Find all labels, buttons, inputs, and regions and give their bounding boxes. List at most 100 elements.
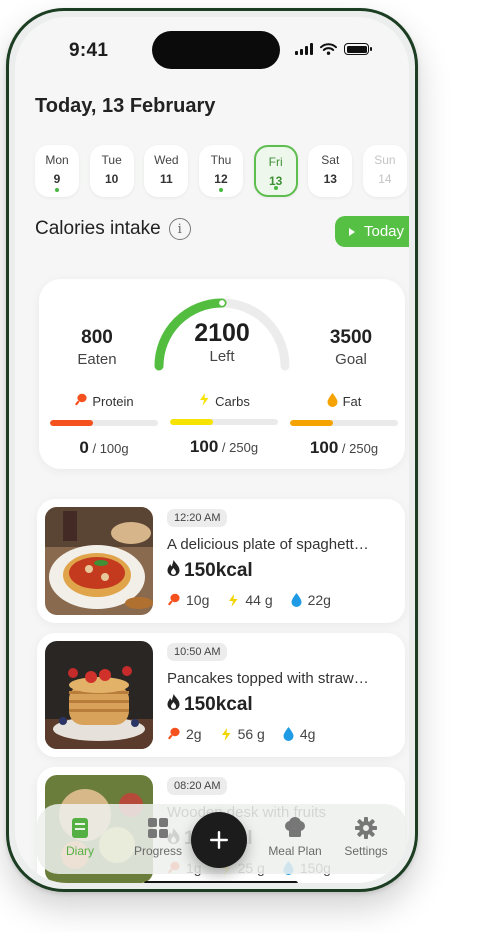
- phone-frame: 9:41 Today, 13 February Mon 9 Tue 10 Wed…: [6, 8, 418, 892]
- day-name: Fri: [268, 155, 283, 169]
- meal-photo: [45, 641, 153, 749]
- spark-icon: [198, 393, 210, 409]
- day-name: Tue: [101, 153, 122, 167]
- meal-carbs: 44 g: [227, 592, 273, 608]
- macro-target: / 100g: [92, 441, 129, 456]
- gauge-knob: [217, 298, 227, 308]
- calories-heading-label: Calories intake: [35, 218, 161, 239]
- drumstick-icon: [167, 593, 180, 607]
- macro-header: Fat: [290, 393, 398, 410]
- calories-heading: Calories intake i: [35, 218, 191, 240]
- day-entry-dot: [273, 186, 278, 190]
- day-entry-dot: [218, 188, 223, 192]
- plus-icon: [210, 831, 228, 849]
- meal-card[interactable]: 10:50 AM Pancakes topped with straw… 150kc…: [37, 633, 405, 757]
- meal-fat: 22g: [291, 592, 331, 608]
- nav-settings-label: Settings: [344, 844, 388, 858]
- macro-progress-fill: [170, 419, 214, 425]
- macro-name: Fat: [342, 394, 362, 409]
- nav-settings[interactable]: Settings: [331, 816, 401, 858]
- day-number: 12: [214, 172, 228, 186]
- eaten-stat: 800 Eaten: [53, 327, 141, 368]
- day-number: 10: [104, 172, 119, 186]
- week-strip: Mon 9 Tue 10 Wed 11 Thu 12 Fri 13 Sat 13 Sun 14: [35, 145, 407, 197]
- macro-name: Carbs: [215, 393, 250, 409]
- dynamic-island: [152, 31, 280, 69]
- day-name: Mon: [45, 153, 69, 167]
- play-icon: [349, 227, 355, 236]
- meal-time-badge: 10:50 AM: [167, 643, 228, 661]
- nav-meal-plan[interactable]: Meal Plan: [260, 816, 330, 858]
- spark-icon: [220, 727, 232, 741]
- meal-protein-value: 2g: [186, 726, 202, 742]
- progress-icon: [123, 816, 193, 840]
- today-button[interactable]: Today: [335, 216, 409, 247]
- macro-value: 100 / 250g: [170, 437, 278, 457]
- battery-icon: [344, 43, 372, 55]
- app-screen: 9:41 Today, 13 February Mon 9 Tue 10 Wed…: [15, 17, 409, 883]
- eaten-label: Eaten: [77, 351, 117, 368]
- meal-title: A delicious plate of spaghett…: [167, 536, 369, 553]
- macro-carbs: Carbs 100 / 250g: [170, 393, 278, 457]
- macro-header: Protein: [50, 393, 158, 410]
- day-number: 9: [53, 172, 61, 186]
- spark-icon: [227, 593, 239, 607]
- meal-protein: 10g: [167, 592, 209, 608]
- meal-kcal: 150kcal: [167, 694, 253, 716]
- page-title: Today, 13 February: [35, 95, 216, 117]
- macro-progress-fill: [50, 420, 94, 426]
- left-value: 2100: [194, 319, 250, 347]
- today-button-label: Today: [364, 223, 405, 240]
- drop-icon: [283, 727, 294, 741]
- macro-value: 0 / 100g: [50, 438, 158, 458]
- add-button[interactable]: [191, 812, 247, 868]
- day-fri[interactable]: Fri 13: [253, 145, 298, 197]
- macro-amount: 100: [309, 438, 339, 457]
- meal-photo: [45, 507, 153, 615]
- status-icons: [295, 43, 372, 55]
- day-sat[interactable]: Sat 13: [308, 145, 353, 197]
- meal-title: Pancakes topped with straw…: [167, 670, 369, 687]
- day-name: Sat: [321, 153, 340, 167]
- day-entry-dot: [55, 188, 59, 192]
- macro-progress-bar: [290, 420, 398, 426]
- macro-amount: 100: [189, 437, 219, 456]
- day-thu[interactable]: Thu 12: [198, 145, 243, 197]
- macro-progress-fill: [290, 420, 334, 426]
- meal-time-badge: 12:20 AM: [167, 509, 228, 527]
- macro-target: / 250g: [341, 441, 379, 456]
- macro-name: Protein: [92, 394, 134, 409]
- meal-kcal-value: 150kcal: [184, 694, 253, 715]
- macro-progress-bar: [50, 420, 158, 426]
- day-wed[interactable]: Wed 11: [144, 145, 189, 197]
- nav-progress-label: Progress: [133, 844, 183, 858]
- status-bar: 9:41: [15, 17, 409, 77]
- day-name: Sun: [374, 153, 396, 167]
- meal-fat-value: 4g: [299, 726, 316, 742]
- day-mon[interactable]: Mon 9: [35, 145, 79, 197]
- macro-target: / 250g: [221, 440, 259, 455]
- meal-protein: 2g: [167, 726, 202, 742]
- info-icon[interactable]: i: [168, 218, 191, 240]
- nav-diary-label: Diary: [65, 844, 94, 858]
- diary-icon: [45, 816, 115, 840]
- meal-fat: 4g: [283, 726, 316, 742]
- goal-stat: 3500 Goal: [307, 327, 395, 368]
- day-tue[interactable]: Tue 10: [89, 145, 134, 197]
- drop-icon: [291, 593, 302, 607]
- meal-macros: 2g 56 g 4g: [167, 726, 315, 742]
- macro-header: Carbs: [170, 393, 278, 409]
- meal-card[interactable]: 12:20 AM A delicious plate of spaghett… 15…: [37, 499, 405, 623]
- calorie-summary-card: 800 Eaten 2100 Left 3500 Goal Protein 0 /…: [39, 279, 405, 469]
- left-stat: 2100 Left: [172, 319, 272, 365]
- day-sun[interactable]: Sun 14: [362, 145, 407, 197]
- meal-fat-value: 22g: [307, 592, 331, 608]
- meal-kcal: 150kcal: [167, 560, 253, 582]
- macro-amount: 0: [79, 438, 89, 457]
- day-number: 14: [378, 172, 392, 186]
- wifi-icon: [320, 43, 337, 55]
- day-number: 13: [323, 172, 337, 186]
- status-time: 9:41: [69, 40, 109, 61]
- nav-progress[interactable]: Progress: [123, 816, 193, 858]
- nav-diary[interactable]: Diary: [45, 816, 115, 858]
